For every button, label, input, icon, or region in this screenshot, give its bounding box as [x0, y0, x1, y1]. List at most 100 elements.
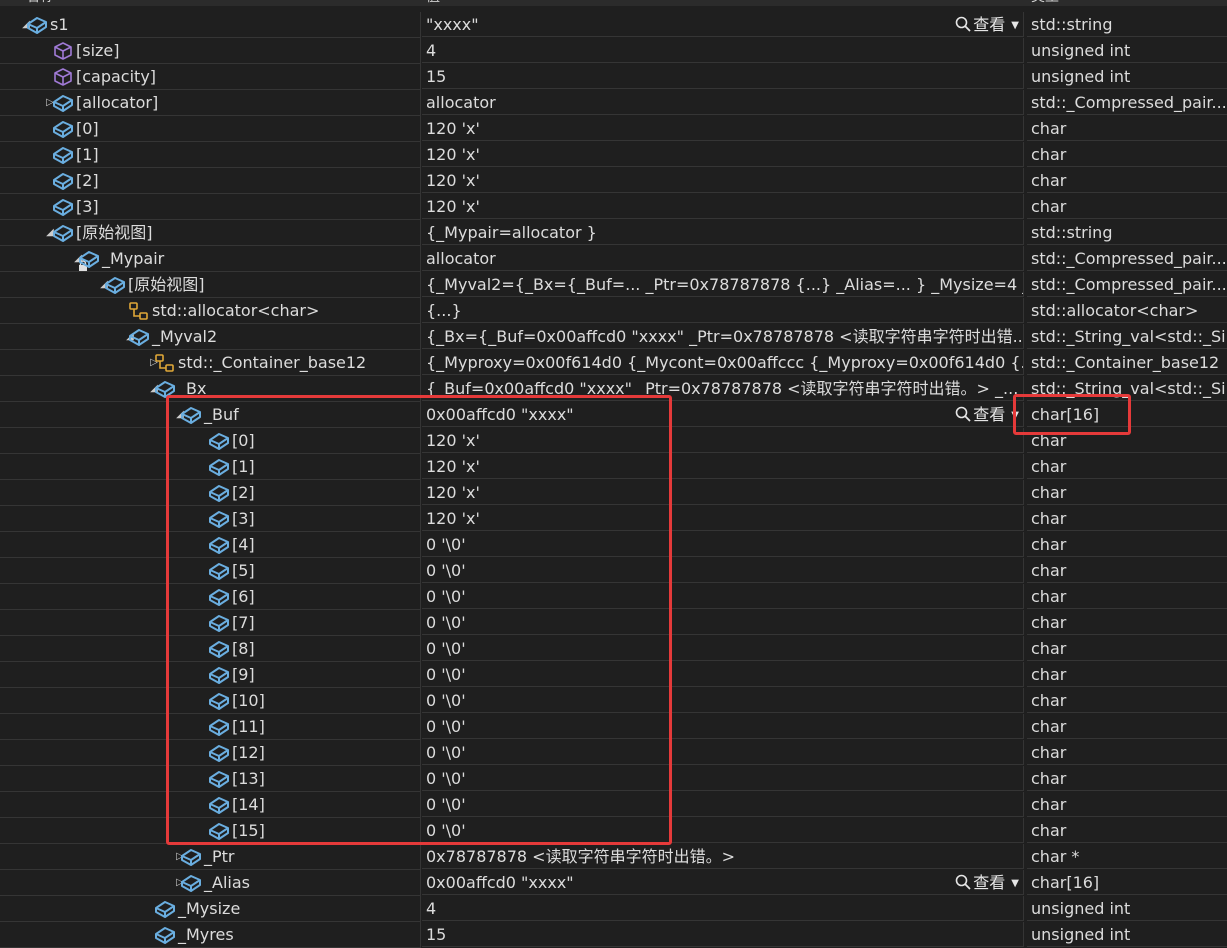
value-cell[interactable]: 0 '\0': [422, 688, 1024, 713]
watch-row[interactable]: _Mysize 4 unsigned int: [0, 896, 1227, 922]
value-cell[interactable]: 15: [422, 64, 1024, 89]
value-cell[interactable]: 0 '\0': [422, 636, 1024, 661]
watch-row[interactable]: ◢ [原始视图] {_Mypair=allocator } std::string: [0, 220, 1227, 246]
value-cell[interactable]: 120 'x': [422, 116, 1024, 141]
watch-row[interactable]: [3] 120 'x' char: [0, 506, 1227, 532]
watch-row[interactable]: [2] 120 'x' char: [0, 168, 1227, 194]
name-cell[interactable]: [12]: [0, 740, 421, 766]
view-button[interactable]: 查看 ▼: [955, 12, 1019, 36]
value-cell[interactable]: 4: [422, 38, 1024, 63]
value-cell[interactable]: 0 '\0': [422, 558, 1024, 583]
value-cell[interactable]: 120 'x': [422, 194, 1024, 219]
name-cell[interactable]: [11]: [0, 714, 421, 740]
value-cell[interactable]: "xxxx" 查看 ▼: [422, 12, 1024, 37]
value-cell[interactable]: 0 '\0': [422, 792, 1024, 817]
name-cell[interactable]: [15]: [0, 818, 421, 844]
value-cell[interactable]: 0 '\0': [422, 766, 1024, 791]
watch-row[interactable]: [4] 0 '\0' char: [0, 532, 1227, 558]
name-cell[interactable]: [7]: [0, 610, 421, 636]
value-cell[interactable]: 0x00affcd0 "xxxx" 查看 ▼: [422, 402, 1024, 427]
name-cell[interactable]: ◢ [原始视图]: [0, 272, 421, 298]
name-cell[interactable]: _Myres: [0, 922, 421, 948]
watch-row[interactable]: [9] 0 '\0' char: [0, 662, 1227, 688]
view-button[interactable]: 查看 ▼: [955, 402, 1019, 426]
name-cell[interactable]: ◢ _Bx: [0, 376, 421, 402]
value-cell[interactable]: {_Bx={_Buf=0x00affcd0 "xxxx" _Ptr=0x7878…: [422, 324, 1024, 349]
watch-row[interactable]: [size] 4 unsigned int: [0, 38, 1227, 64]
name-cell[interactable]: [3]: [0, 506, 421, 532]
value-cell[interactable]: 0 '\0': [422, 532, 1024, 557]
name-cell[interactable]: ▷ std::_Container_base12: [0, 350, 421, 376]
type-column-header[interactable]: 类型: [1031, 0, 1059, 4]
watch-row[interactable]: ▷ _Ptr 0x78787878 <读取字符串字符时出错。> char *: [0, 844, 1227, 870]
name-cell[interactable]: ◢ _Myval2: [0, 324, 421, 350]
watch-row[interactable]: [1] 120 'x' char: [0, 142, 1227, 168]
name-cell[interactable]: [5]: [0, 558, 421, 584]
watch-row[interactable]: [12] 0 '\0' char: [0, 740, 1227, 766]
value-column-header[interactable]: 值: [426, 0, 440, 4]
watch-row[interactable]: ▷ [allocator] allocator std::_Compressed_pa…: [0, 90, 1227, 116]
value-cell[interactable]: {...}: [422, 298, 1024, 323]
name-cell[interactable]: _Mysize: [0, 896, 421, 922]
value-cell[interactable]: {_Buf=0x00affcd0 "xxxx" _Ptr=0x78787878 …: [422, 376, 1024, 401]
watch-row[interactable]: [7] 0 '\0' char: [0, 610, 1227, 636]
value-cell[interactable]: 0x78787878 <读取字符串字符时出错。>: [422, 844, 1024, 869]
value-cell[interactable]: 15: [422, 922, 1024, 947]
watch-row[interactable]: std::allocator<char> {...} std::allocator<…: [0, 298, 1227, 324]
name-cell[interactable]: ▷ _Ptr: [0, 844, 421, 870]
watch-row[interactable]: [14] 0 '\0' char: [0, 792, 1227, 818]
name-cell[interactable]: [10]: [0, 688, 421, 714]
value-cell[interactable]: 120 'x': [422, 506, 1024, 531]
value-cell[interactable]: 0x00affcd0 "xxxx" 查看 ▼: [422, 870, 1024, 895]
value-cell[interactable]: 120 'x': [422, 454, 1024, 479]
name-cell[interactable]: ◢ _Buf: [0, 402, 421, 428]
watch-row[interactable]: [1] 120 'x' char: [0, 454, 1227, 480]
name-cell[interactable]: ◢ s1: [0, 12, 421, 38]
value-cell[interactable]: 120 'x': [422, 428, 1024, 453]
watch-row[interactable]: [8] 0 '\0' char: [0, 636, 1227, 662]
value-cell[interactable]: 0 '\0': [422, 662, 1024, 687]
name-cell[interactable]: [size]: [0, 38, 421, 64]
name-cell[interactable]: ◢ [原始视图]: [0, 220, 421, 246]
name-cell[interactable]: [2]: [0, 480, 421, 506]
name-cell[interactable]: ▷ [allocator]: [0, 90, 421, 116]
watch-row[interactable]: [0] 120 'x' char: [0, 428, 1227, 454]
name-cell[interactable]: [2]: [0, 168, 421, 194]
watch-row[interactable]: [13] 0 '\0' char: [0, 766, 1227, 792]
value-cell[interactable]: 0 '\0': [422, 584, 1024, 609]
value-cell[interactable]: 120 'x': [422, 142, 1024, 167]
name-cell[interactable]: [8]: [0, 636, 421, 662]
name-cell[interactable]: [9]: [0, 662, 421, 688]
watch-row[interactable]: [2] 120 'x' char: [0, 480, 1227, 506]
watch-row[interactable]: [15] 0 '\0' char: [0, 818, 1227, 844]
value-cell[interactable]: {_Myval2={_Bx={_Buf=... _Ptr=0x78787878 …: [422, 272, 1024, 297]
watch-row[interactable]: [3] 120 'x' char: [0, 194, 1227, 220]
value-cell[interactable]: 120 'x': [422, 168, 1024, 193]
value-cell[interactable]: 120 'x': [422, 480, 1024, 505]
name-cell[interactable]: ◢ _Mypair: [0, 246, 421, 272]
value-cell[interactable]: 0 '\0': [422, 740, 1024, 765]
watch-row[interactable]: [6] 0 '\0' char: [0, 584, 1227, 610]
watch-row[interactable]: [0] 120 'x' char: [0, 116, 1227, 142]
name-cell[interactable]: [0]: [0, 116, 421, 142]
watch-row[interactable]: [11] 0 '\0' char: [0, 714, 1227, 740]
dropdown-arrow-icon[interactable]: ▼: [1011, 13, 1019, 36]
dropdown-arrow-icon[interactable]: ▼: [1011, 871, 1019, 894]
watch-row[interactable]: ◢ _Buf 0x00affcd0 "xxxx" 查看 ▼ char[16]: [0, 402, 1227, 428]
value-cell[interactable]: allocator: [422, 90, 1024, 115]
name-cell[interactable]: [4]: [0, 532, 421, 558]
name-cell[interactable]: [1]: [0, 142, 421, 168]
value-cell[interactable]: {_Myproxy=0x00f614d0 {_Mycont=0x00affccc…: [422, 350, 1024, 375]
value-cell[interactable]: 0 '\0': [422, 610, 1024, 635]
name-cell[interactable]: [14]: [0, 792, 421, 818]
name-cell[interactable]: [0]: [0, 428, 421, 454]
name-cell[interactable]: ▷ _Alias: [0, 870, 421, 896]
watch-row[interactable]: ◢ s1 "xxxx" 查看 ▼ std::string: [0, 12, 1227, 38]
name-cell[interactable]: [capacity]: [0, 64, 421, 90]
watch-row[interactable]: ▷ _Alias 0x00affcd0 "xxxx" 查看 ▼ char[16]: [0, 870, 1227, 896]
name-cell[interactable]: [6]: [0, 584, 421, 610]
value-cell[interactable]: 0 '\0': [422, 818, 1024, 843]
dropdown-arrow-icon[interactable]: ▼: [1011, 403, 1019, 426]
watch-row[interactable]: ◢ _Mypair allocator std::_Compressed_pair..…: [0, 246, 1227, 272]
value-cell[interactable]: allocator: [422, 246, 1024, 271]
